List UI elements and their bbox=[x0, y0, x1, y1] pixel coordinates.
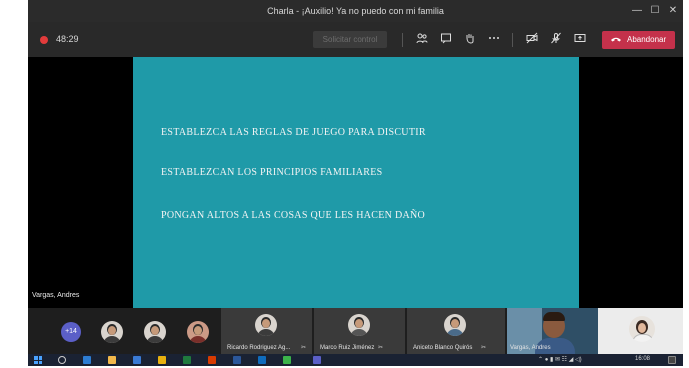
avatar[interactable] bbox=[101, 321, 123, 343]
windows-taskbar: ⌃ ● ▮ ✉ ☷ ◢ ◁) 16:08 bbox=[28, 354, 683, 366]
window-title: Charla - ¡Auxilio! Ya no puedo con mi fa… bbox=[267, 6, 444, 16]
camera-off-icon[interactable] bbox=[524, 32, 540, 48]
recording-indicator-icon bbox=[40, 36, 48, 44]
shared-content-stage: ESTABLEZCA LAS REGLAS DE JUEGO PARA DISC… bbox=[28, 57, 683, 308]
phone-hangup-icon bbox=[610, 31, 622, 49]
file-explorer-icon[interactable] bbox=[108, 356, 116, 364]
notifications-icon[interactable] bbox=[668, 356, 676, 364]
powerpoint-icon[interactable] bbox=[208, 356, 216, 364]
participant-name: Ricardo Rodriguez Ag... bbox=[227, 345, 291, 351]
slide-line-1: ESTABLEZCA LAS REGLAS DE JUEGO PARA DISC… bbox=[161, 127, 426, 138]
meeting-timer: 48:29 bbox=[56, 34, 79, 44]
people-icon[interactable] bbox=[414, 32, 430, 48]
participant-name: Vargas, Andres bbox=[510, 345, 551, 351]
folder-icon[interactable] bbox=[158, 356, 166, 364]
maximize-button[interactable]: ☐ bbox=[648, 4, 662, 18]
chat-icon[interactable] bbox=[438, 32, 454, 48]
leave-label: Abandonar bbox=[627, 35, 667, 44]
meeting-toolbar: 48:29 Solicitar control Abandonar bbox=[28, 22, 683, 57]
system-tray-icons[interactable]: ⌃ ● ▮ ✉ ☷ ◢ ◁) bbox=[538, 356, 582, 363]
chrome-icon[interactable] bbox=[283, 356, 291, 364]
store-icon[interactable] bbox=[133, 356, 141, 364]
mic-muted-icon: ✂ bbox=[378, 345, 384, 351]
video-person-hair bbox=[543, 312, 565, 321]
participant-name: Aniceto Blanco Quirós bbox=[413, 345, 473, 351]
participant-tile[interactable]: Marco Ruiz Jiménez ✂ bbox=[314, 308, 405, 354]
presenter-name-label: Vargas, Andres bbox=[32, 292, 80, 299]
word-icon[interactable] bbox=[233, 356, 241, 364]
toolbar-divider bbox=[512, 33, 513, 47]
minimize-button[interactable]: — bbox=[630, 4, 644, 18]
request-control-button[interactable]: Solicitar control bbox=[313, 31, 387, 48]
participant-tile[interactable]: Aniceto Blanco Quirós ✂ bbox=[407, 308, 505, 354]
excel-icon[interactable] bbox=[183, 356, 191, 364]
avatar bbox=[255, 314, 277, 336]
avatar bbox=[629, 316, 655, 342]
participant-tile[interactable]: Ricardo Rodriguez Ag... ✂ bbox=[221, 308, 312, 354]
teams-icon[interactable] bbox=[313, 356, 321, 364]
participant-name: Marco Ruiz Jiménez bbox=[320, 345, 375, 351]
presentation-slide: ESTABLEZCA LAS REGLAS DE JUEGO PARA DISC… bbox=[133, 57, 579, 308]
share-icon[interactable] bbox=[572, 32, 588, 48]
avatar[interactable] bbox=[187, 321, 209, 343]
slide-line-3: PONGAN ALTOS A LAS COSAS QUE LES HACEN D… bbox=[161, 210, 426, 221]
raise-hand-icon[interactable] bbox=[462, 32, 478, 48]
edge-icon[interactable] bbox=[83, 356, 91, 364]
more-icon[interactable] bbox=[486, 32, 502, 48]
mic-muted-icon: ✂ bbox=[301, 345, 307, 351]
slide-line-2: ESTABLEZCAN LOS PRINCIPIOS FAMILIARES bbox=[161, 167, 383, 178]
mic-off-icon[interactable] bbox=[548, 32, 564, 48]
taskbar-clock[interactable]: 16:08 bbox=[635, 356, 650, 362]
close-button[interactable]: ✕ bbox=[666, 4, 680, 18]
avatar[interactable] bbox=[144, 321, 166, 343]
self-view-tile[interactable] bbox=[598, 308, 683, 354]
leave-button[interactable]: Abandonar bbox=[602, 31, 675, 49]
toolbar-divider bbox=[402, 33, 403, 47]
teams-meeting-window: Charla - ¡Auxilio! Ya no puedo con mi fa… bbox=[28, 0, 683, 366]
avatar bbox=[348, 314, 370, 336]
avatar bbox=[444, 314, 466, 336]
windows-start-icon[interactable] bbox=[34, 356, 42, 364]
title-bar: Charla - ¡Auxilio! Ya no puedo con mi fa… bbox=[28, 0, 683, 22]
participant-strip: +14 Ricardo Rodriguez Ag... ✂ Marco Ruiz… bbox=[28, 308, 683, 354]
outlook-icon[interactable] bbox=[258, 356, 266, 364]
more-participants-badge[interactable]: +14 bbox=[61, 322, 81, 342]
search-icon[interactable] bbox=[58, 356, 66, 364]
participant-video-tile[interactable]: Vargas, Andres bbox=[507, 308, 598, 354]
mic-muted-icon: ✂ bbox=[481, 345, 487, 351]
